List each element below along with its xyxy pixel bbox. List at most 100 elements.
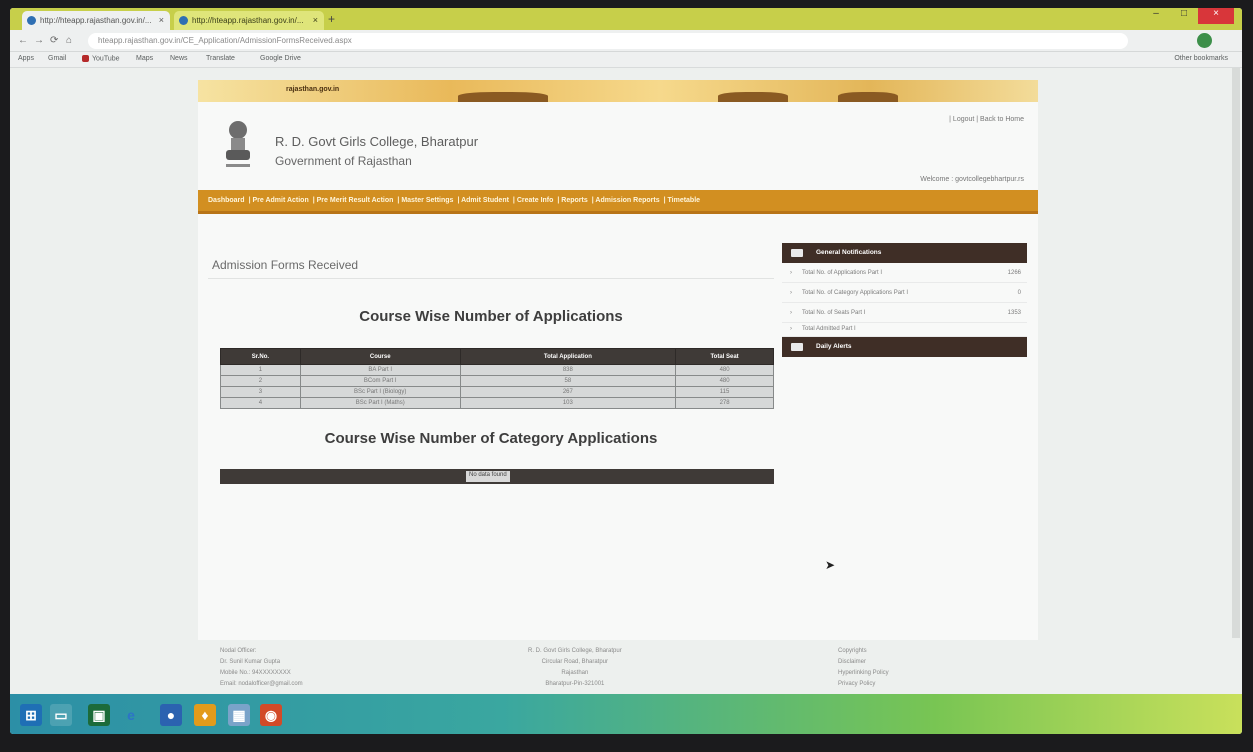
start-menu-icon[interactable]: ⊞ <box>20 704 42 726</box>
table-row: 4 BSc Part I (Maths) 103 278 <box>220 397 774 409</box>
browser-tab[interactable]: http://hteapp.rajasthan.gov.in/... × <box>174 11 324 30</box>
bookmark-item[interactable]: Gmail <box>48 55 66 62</box>
monitor-screen: http://hteapp.rajasthan.gov.in/... × htt… <box>10 8 1242 734</box>
store-icon[interactable]: ▣ <box>88 704 110 726</box>
back-icon[interactable]: ← <box>18 35 28 46</box>
college-name: R. D. Govt Girls College, Bharatpur <box>275 134 479 149</box>
bookmarks-bar: Apps Gmail YouTube Maps News Translate G… <box>10 52 1242 68</box>
notification-item[interactable]: › Total No. of Seats Part I 1353 <box>782 303 1027 323</box>
profile-avatar[interactable] <box>1197 33 1212 48</box>
close-tab-icon[interactable]: × <box>313 15 318 25</box>
site-favicon-icon <box>179 16 188 25</box>
banner-text: rajasthan.gov.in <box>286 86 340 93</box>
app-icon[interactable]: ♦ <box>194 704 216 726</box>
table-cell: 115 <box>675 386 774 398</box>
government-name: Government of Rajasthan <box>275 154 412 168</box>
divider <box>208 278 774 279</box>
notifications-sidebar: General Notifications › Total No. of App… <box>782 243 1027 357</box>
table-cell: BCom Part I <box>299 375 461 387</box>
new-tab-button[interactable]: + <box>328 12 335 26</box>
windows-taskbar: ⊞ ▭ ▣ e ● ♦ ▦ ◉ <box>10 694 1242 734</box>
page-scrollbar[interactable] <box>1232 68 1240 638</box>
notification-item[interactable]: › Total No. of Applications Part I 1266 <box>782 263 1027 283</box>
table-cell: 103 <box>459 397 677 409</box>
table-cell: 3 <box>220 386 301 398</box>
reload-icon[interactable]: ⟳ <box>50 35 58 46</box>
browser-tab[interactable]: http://hteapp.rajasthan.gov.in/... × <box>22 11 170 30</box>
footer-link[interactable]: Privacy Policy <box>838 679 889 690</box>
nav-pre-admit-action[interactable]: Pre Admit Action <box>252 197 308 204</box>
table-cell: 1 <box>220 364 301 376</box>
internet-explorer-icon[interactable]: e <box>120 704 142 726</box>
nav-pre-merit-result[interactable]: Pre Merit Result Action <box>317 197 394 204</box>
mouse-cursor-icon: ➤ <box>825 558 836 572</box>
notification-item[interactable]: › Total Admitted Part I <box>782 323 1027 337</box>
header-banner: rajasthan.gov.in <box>198 80 1038 102</box>
footer-link[interactable]: Copyrights <box>838 646 889 657</box>
home-icon[interactable]: ⌂ <box>66 35 72 46</box>
nav-dashboard[interactable]: Dashboard <box>208 197 245 204</box>
browser-toolbar: ← → ⟳ ⌂ hteapp.rajasthan.gov.in/CE_Appli… <box>10 30 1242 52</box>
close-tab-icon[interactable]: × <box>159 15 164 25</box>
browser-tab-bar: http://hteapp.rajasthan.gov.in/... × htt… <box>10 8 1242 30</box>
file-explorer-icon[interactable]: ▦ <box>228 704 250 726</box>
applications-table: Sr.No. Course Total Application Total Se… <box>220 348 774 409</box>
bookmark-item[interactable]: Translate <box>206 55 235 62</box>
footer-link[interactable]: Disclaimer <box>838 657 889 668</box>
maximize-button[interactable]: □ <box>1170 8 1198 24</box>
table-cell: 838 <box>459 364 677 376</box>
bookmark-item[interactable]: News <box>170 55 188 62</box>
forward-icon[interactable]: → <box>34 35 44 46</box>
other-bookmarks[interactable]: Other bookmarks <box>1174 55 1228 62</box>
column-header: Sr.No. <box>220 348 301 365</box>
site-footer: Nodal Officer: Dr. Sunil Kumar Gupta Mob… <box>198 640 1038 694</box>
footer-links: Copyrights Disclaimer Hyperlinking Polic… <box>838 646 889 690</box>
table-cell: 4 <box>220 397 301 409</box>
arrow-right-icon: › <box>790 290 792 296</box>
table-cell: 278 <box>675 397 774 409</box>
bookmark-item[interactable]: YouTube <box>82 55 120 62</box>
minimize-button[interactable]: – <box>1142 8 1170 24</box>
table-cell: BSc Part I (Maths) <box>299 397 461 409</box>
site-container: rajasthan.gov.in R. D. Govt Girls Colleg… <box>198 80 1038 640</box>
category-table-empty: No data found <box>220 469 774 484</box>
column-header: Total Seat <box>675 348 774 365</box>
table-cell: BSc Part I (Biology) <box>299 386 461 398</box>
bookmark-item[interactable]: Google Drive <box>260 55 301 62</box>
footer-link[interactable]: Hyperlinking Policy <box>838 668 889 679</box>
state-emblem-icon <box>226 121 250 167</box>
table-row: 3 BSc Part I (Biology) 267 115 <box>220 386 774 398</box>
nav-admit-student[interactable]: Admit Student <box>461 197 509 204</box>
envelope-icon <box>791 343 803 351</box>
banner-art <box>838 92 898 102</box>
table-cell: 58 <box>459 375 677 387</box>
table-row: 2 BCom Part I 58 480 <box>220 375 774 387</box>
nav-timetable[interactable]: Timetable <box>668 197 701 204</box>
site-favicon-icon <box>27 16 36 25</box>
header-links[interactable]: | Logout | Back to Home <box>949 116 1024 123</box>
footer-address: R. D. Govt Girls College, Bharatpur Circ… <box>528 648 622 687</box>
nav-master-settings[interactable]: Master Settings <box>401 197 453 204</box>
app-icon[interactable]: ● <box>160 704 182 726</box>
chrome-icon[interactable]: ◉ <box>260 704 282 726</box>
close-window-button[interactable]: × <box>1198 8 1234 24</box>
site-header: R. D. Govt Girls College, Bharatpur Gove… <box>198 102 1038 190</box>
table-cell: 267 <box>459 386 677 398</box>
category-applications-heading: Course Wise Number of Category Applicati… <box>324 430 658 447</box>
address-bar[interactable]: hteapp.rajasthan.gov.in/CE_Application/A… <box>88 33 1128 49</box>
bookmark-item[interactable]: Maps <box>136 55 153 62</box>
page-title: Admission Forms Received <box>212 258 359 272</box>
banner-art <box>458 92 548 102</box>
daily-alerts-header: Daily Alerts <box>782 337 1027 357</box>
envelope-icon <box>791 249 803 257</box>
task-view-icon[interactable]: ▭ <box>50 704 72 726</box>
footer-contact: Nodal Officer: Dr. Sunil Kumar Gupta Mob… <box>220 648 303 687</box>
nav-reports[interactable]: Reports <box>561 197 587 204</box>
notification-item[interactable]: › Total No. of Category Applications Par… <box>782 283 1027 303</box>
youtube-icon <box>82 55 89 62</box>
nav-create-info[interactable]: Create Info <box>517 197 554 204</box>
page-viewport: rajasthan.gov.in R. D. Govt Girls Colleg… <box>10 68 1242 694</box>
nav-admission-reports[interactable]: Admission Reports <box>595 197 659 204</box>
bookmark-item[interactable]: Apps <box>18 55 34 62</box>
main-navbar: Dashboard | Pre Admit Action | Pre Merit R… <box>198 190 1038 214</box>
